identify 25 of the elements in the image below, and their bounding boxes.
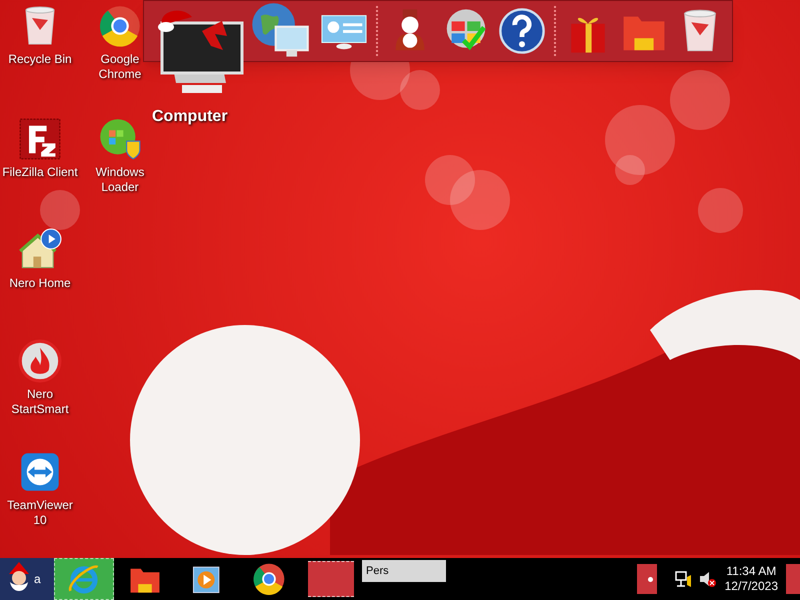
desktop-icon-label[interactable]: Recycle Bin <box>8 52 72 67</box>
desktop-icon-label[interactable]: Nero Home <box>9 276 71 291</box>
desktop-icon-label[interactable]: Nero StartSmart <box>0 387 80 417</box>
chrome-icon <box>252 562 286 596</box>
dock-item-label: Computer <box>152 107 228 127</box>
letters-logo-icon <box>18 117 62 161</box>
bokeh-light <box>40 190 80 230</box>
clock-date[interactable]: 12/7/2023 <box>724 579 778 594</box>
tray-app-icon[interactable] <box>636 564 657 594</box>
desktop-icon-label[interactable]: TeamViewer 10 <box>0 498 80 528</box>
help-icon <box>498 7 546 55</box>
taskbar-window-thumbnail <box>308 561 354 597</box>
start-button[interactable]: a <box>0 558 54 600</box>
desktop-icon-label[interactable]: FileZilla Client <box>2 165 78 180</box>
dock-separator <box>376 6 378 56</box>
dock-separator <box>554 6 556 56</box>
chrome-icon <box>98 4 142 48</box>
network-icon[interactable] <box>672 569 693 589</box>
flame-icon <box>18 339 62 383</box>
bokeh-light <box>425 155 475 205</box>
globe-shield-icon <box>98 117 142 161</box>
desktop-icon-label[interactable]: Windows Loader <box>80 165 160 195</box>
window-preview-title: Pers <box>362 560 446 582</box>
clock-time[interactable]: 11:34 AM <box>726 564 776 579</box>
desktop-icon-label[interactable]: Google Chrome <box>80 52 160 82</box>
